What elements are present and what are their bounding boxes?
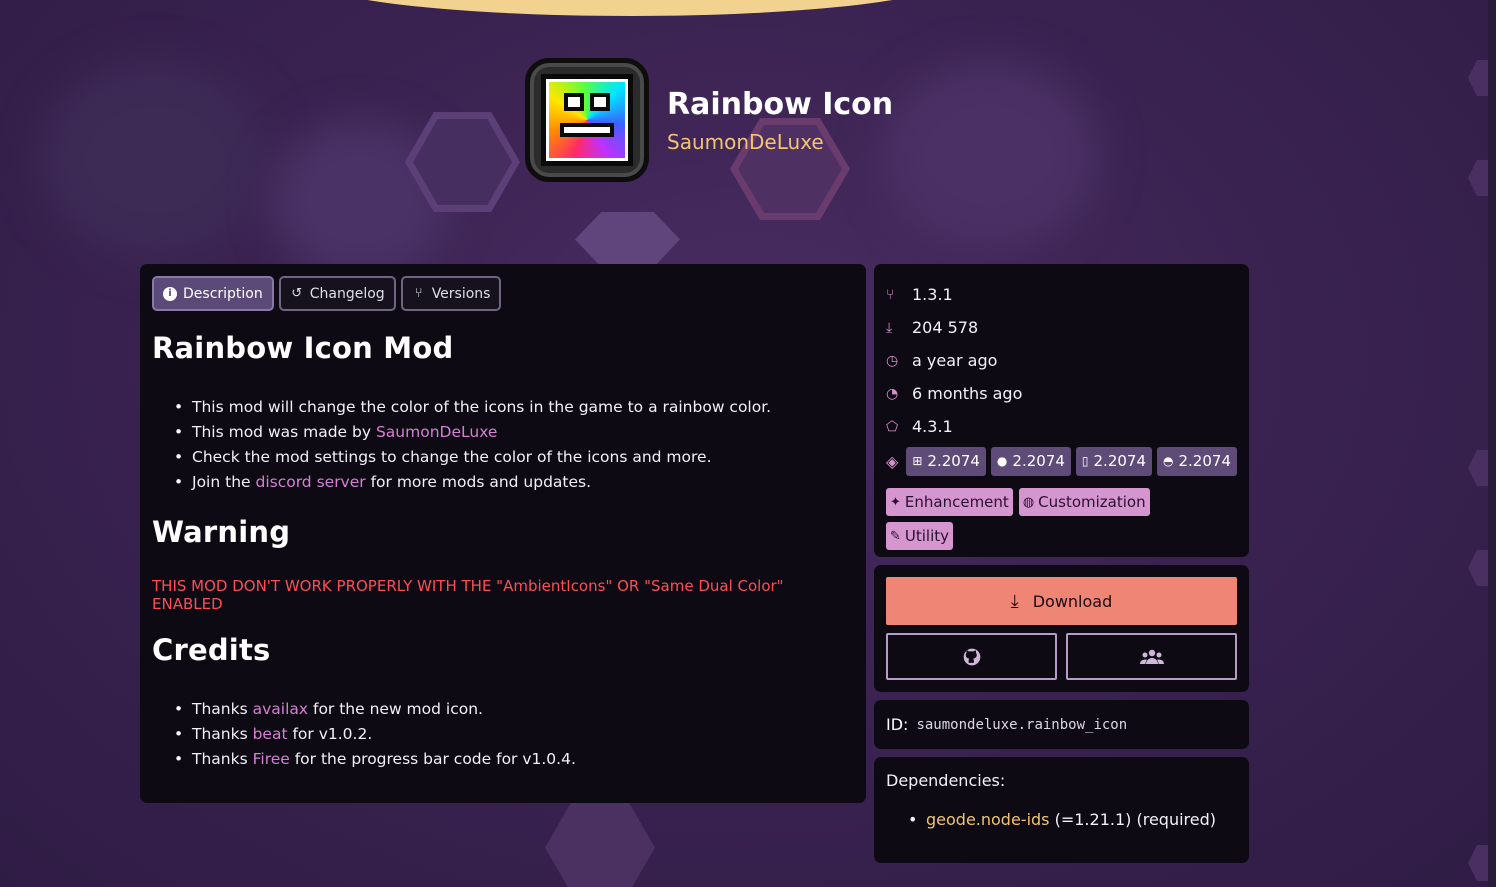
- created-value: a year ago: [912, 351, 998, 370]
- download-panel: ⤓ Download: [874, 565, 1249, 692]
- tab-changelog[interactable]: ↺ Changelog: [278, 276, 396, 311]
- github-button[interactable]: [886, 633, 1057, 680]
- branch-icon: ⑂: [886, 286, 895, 303]
- list-item: Join the discord server for more mods an…: [174, 470, 854, 495]
- download-button[interactable]: ⤓ Download: [886, 577, 1237, 625]
- downloads-value: 204 578: [912, 318, 979, 337]
- bg-hexagon: [1468, 160, 1496, 196]
- created-row: ◷ a year ago: [886, 344, 1237, 377]
- list-item: Check the mod settings to change the col…: [174, 445, 854, 470]
- list-item: geode.node-ids (=1.21.1) (required): [908, 810, 1237, 829]
- warning-heading: Warning: [152, 515, 291, 549]
- credits-list: Thanks availax for the new mod icon. Tha…: [152, 697, 854, 772]
- apple-icon: ●: [996, 454, 1008, 468]
- list-item: Thanks beat for v1.0.2.: [174, 722, 854, 747]
- community-button[interactable]: [1066, 633, 1237, 680]
- tag-utility[interactable]: ✎ Utility: [886, 522, 954, 550]
- wrench-icon: ✎: [890, 528, 901, 544]
- tab-label: Description: [183, 285, 263, 302]
- version-row: ⑂ 1.3.1: [886, 278, 1237, 311]
- users-icon: [1139, 649, 1164, 664]
- author-link[interactable]: SaumonDeLuxe: [376, 423, 497, 441]
- credit-link[interactable]: availax: [253, 700, 308, 718]
- mod-id-label: ID:: [886, 715, 909, 734]
- mod-info-panel: ⑂ 1.3.1 ⤓ 204 578 ◷ a year ago ◔ 6 month…: [874, 264, 1249, 557]
- phone-icon: ▯: [1081, 454, 1089, 468]
- bg-hexagon: [545, 800, 655, 887]
- right-edge-strip: [1488, 0, 1496, 887]
- tab-versions[interactable]: ⑂ Versions: [400, 276, 502, 311]
- bg-hexagon: [575, 212, 680, 267]
- top-banner-arc: [305, 0, 955, 16]
- gd-diamond-icon: ◈: [886, 451, 899, 471]
- dependencies-panel: Dependencies: geode.node-ids (=1.21.1) (…: [874, 757, 1249, 863]
- list-item: Thanks availax for the new mod icon.: [174, 697, 854, 722]
- dependency-link[interactable]: geode.node-ids: [926, 810, 1050, 829]
- geode-version-value: 4.3.1: [912, 417, 953, 436]
- warning-text: THIS MOD DON'T WORK PROPERLY WITH THE "A…: [152, 577, 784, 613]
- credit-link[interactable]: beat: [253, 725, 288, 743]
- list-item: This mod will change the color of the ic…: [174, 395, 854, 420]
- tab-label: Changelog: [309, 285, 385, 302]
- mod-header: Rainbow Icon SaumonDeLuxe: [525, 58, 893, 182]
- credit-link[interactable]: Firee: [253, 750, 290, 768]
- rainbow-cube-icon: [541, 74, 633, 166]
- platform-row: ◈ ⊞ 2.2074 ● 2.2074 ▯ 2.2074 ◓ 2.2074: [886, 446, 1237, 476]
- bg-blob: [270, 120, 450, 280]
- list-item: This mod was made by SaumonDeLuxe: [174, 420, 854, 445]
- mod-logo: [525, 58, 649, 182]
- platform-badge-android: ◓ 2.2074: [1157, 446, 1237, 476]
- updated-row: ◔ 6 months ago: [886, 377, 1237, 410]
- credits-heading: Credits: [152, 633, 271, 667]
- description-list: This mod will change the color of the ic…: [152, 395, 854, 495]
- list-item: Thanks Firee for the progress bar code f…: [174, 747, 854, 772]
- platform-badge-windows: ⊞ 2.2074: [906, 446, 986, 476]
- bg-hexagon: [413, 119, 512, 205]
- geode-icon: ⬠: [886, 418, 899, 435]
- tag-list: ✦ Enhancement ◍ Customization ✎ Utility: [886, 488, 1176, 550]
- bg-blob: [880, 60, 1100, 250]
- bg-hexagon: [405, 112, 520, 212]
- mod-id-value: saumondeluxe.rainbow_icon: [916, 716, 1128, 733]
- tab-bar: i Description ↺ Changelog ⑂ Versions: [152, 276, 854, 311]
- description-heading: Rainbow Icon Mod: [152, 331, 454, 365]
- download-icon: ⤓: [1010, 590, 1019, 612]
- bg-hexagon: [1468, 845, 1496, 881]
- dependency-detail: (=1.21.1) (required): [1049, 810, 1216, 829]
- discord-link[interactable]: discord server: [255, 473, 365, 491]
- tab-description[interactable]: i Description: [152, 276, 274, 311]
- bg-blob: [40, 60, 270, 260]
- palette-icon: ◍: [1022, 494, 1035, 510]
- geode-version-row: ⬠ 4.3.1: [886, 410, 1237, 443]
- info-icon: i: [163, 286, 177, 301]
- tag-customization[interactable]: ◍ Customization: [1018, 488, 1150, 516]
- dependencies-title: Dependencies:: [886, 771, 1006, 790]
- platform-badge-mac: ● 2.2074: [990, 446, 1071, 476]
- clock-icon: ◷: [886, 352, 899, 369]
- description-panel: i Description ↺ Changelog ⑂ Versions Rai…: [140, 264, 866, 803]
- tab-label: Versions: [431, 285, 491, 302]
- version-value: 1.3.1: [912, 285, 953, 304]
- dependencies-list: geode.node-ids (=1.21.1) (required): [886, 810, 1237, 829]
- history-icon: ↺: [291, 286, 303, 301]
- windows-icon: ⊞: [912, 454, 923, 468]
- mod-author-link[interactable]: SaumonDeLuxe: [667, 130, 893, 154]
- mod-title: Rainbow Icon: [667, 87, 894, 122]
- github-icon: [963, 648, 980, 665]
- bg-hexagon: [1468, 550, 1496, 586]
- link-buttons: [886, 633, 1237, 680]
- clock-edit-icon: ◔: [886, 385, 899, 402]
- bg-hexagon: [1468, 450, 1496, 486]
- android-icon: ◓: [1163, 454, 1174, 468]
- branch-icon: ⑂: [414, 286, 423, 301]
- updated-value: 6 months ago: [912, 384, 1023, 403]
- mod-title-block: Rainbow Icon SaumonDeLuxe: [667, 86, 893, 154]
- download-icon: ⤓: [886, 319, 893, 336]
- wand-icon: ✦: [890, 494, 901, 510]
- tag-enhancement[interactable]: ✦ Enhancement: [886, 488, 1013, 516]
- platform-badge-ios: ▯ 2.2074: [1075, 446, 1153, 476]
- mod-id-panel: ID: saumondeluxe.rainbow_icon: [874, 700, 1249, 749]
- downloads-row: ⤓ 204 578: [886, 311, 1237, 344]
- bg-hexagon: [1468, 60, 1496, 96]
